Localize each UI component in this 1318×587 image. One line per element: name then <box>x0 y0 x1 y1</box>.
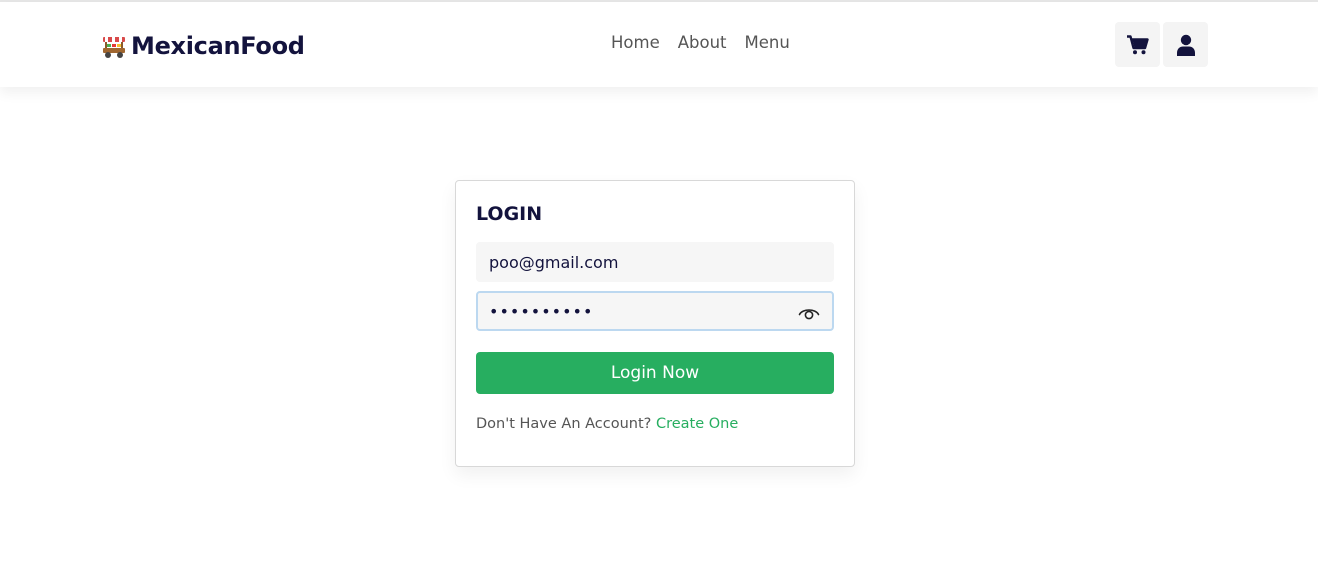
login-title: LOGIN <box>476 203 543 225</box>
nav-about[interactable]: About <box>678 33 727 52</box>
cart-button[interactable] <box>1115 22 1160 67</box>
email-field[interactable] <box>476 242 834 282</box>
shopping-cart-icon <box>1126 34 1149 54</box>
password-field[interactable] <box>476 291 834 331</box>
eye-icon[interactable] <box>798 305 820 321</box>
login-button[interactable]: Login Now <box>476 352 834 394</box>
user-icon <box>1176 34 1195 56</box>
nav-home[interactable]: Home <box>611 33 660 52</box>
brand-name: MexicanFood <box>131 32 305 60</box>
food-cart-icon <box>103 37 125 58</box>
no-account-text: Don't Have An Account? <box>476 416 652 432</box>
account-button[interactable] <box>1163 22 1208 67</box>
site-header: MexicanFood Home About Menu <box>0 2 1318 87</box>
create-account-link[interactable]: Create One <box>656 416 738 432</box>
main-nav: Home About Menu <box>611 33 790 52</box>
brand-logo[interactable]: MexicanFood <box>101 31 305 61</box>
nav-menu[interactable]: Menu <box>745 33 790 52</box>
signup-prompt: Don't Have An Account? Create One <box>476 416 738 432</box>
login-card: LOGIN Login Now Don't Have An Account? C… <box>455 180 855 467</box>
